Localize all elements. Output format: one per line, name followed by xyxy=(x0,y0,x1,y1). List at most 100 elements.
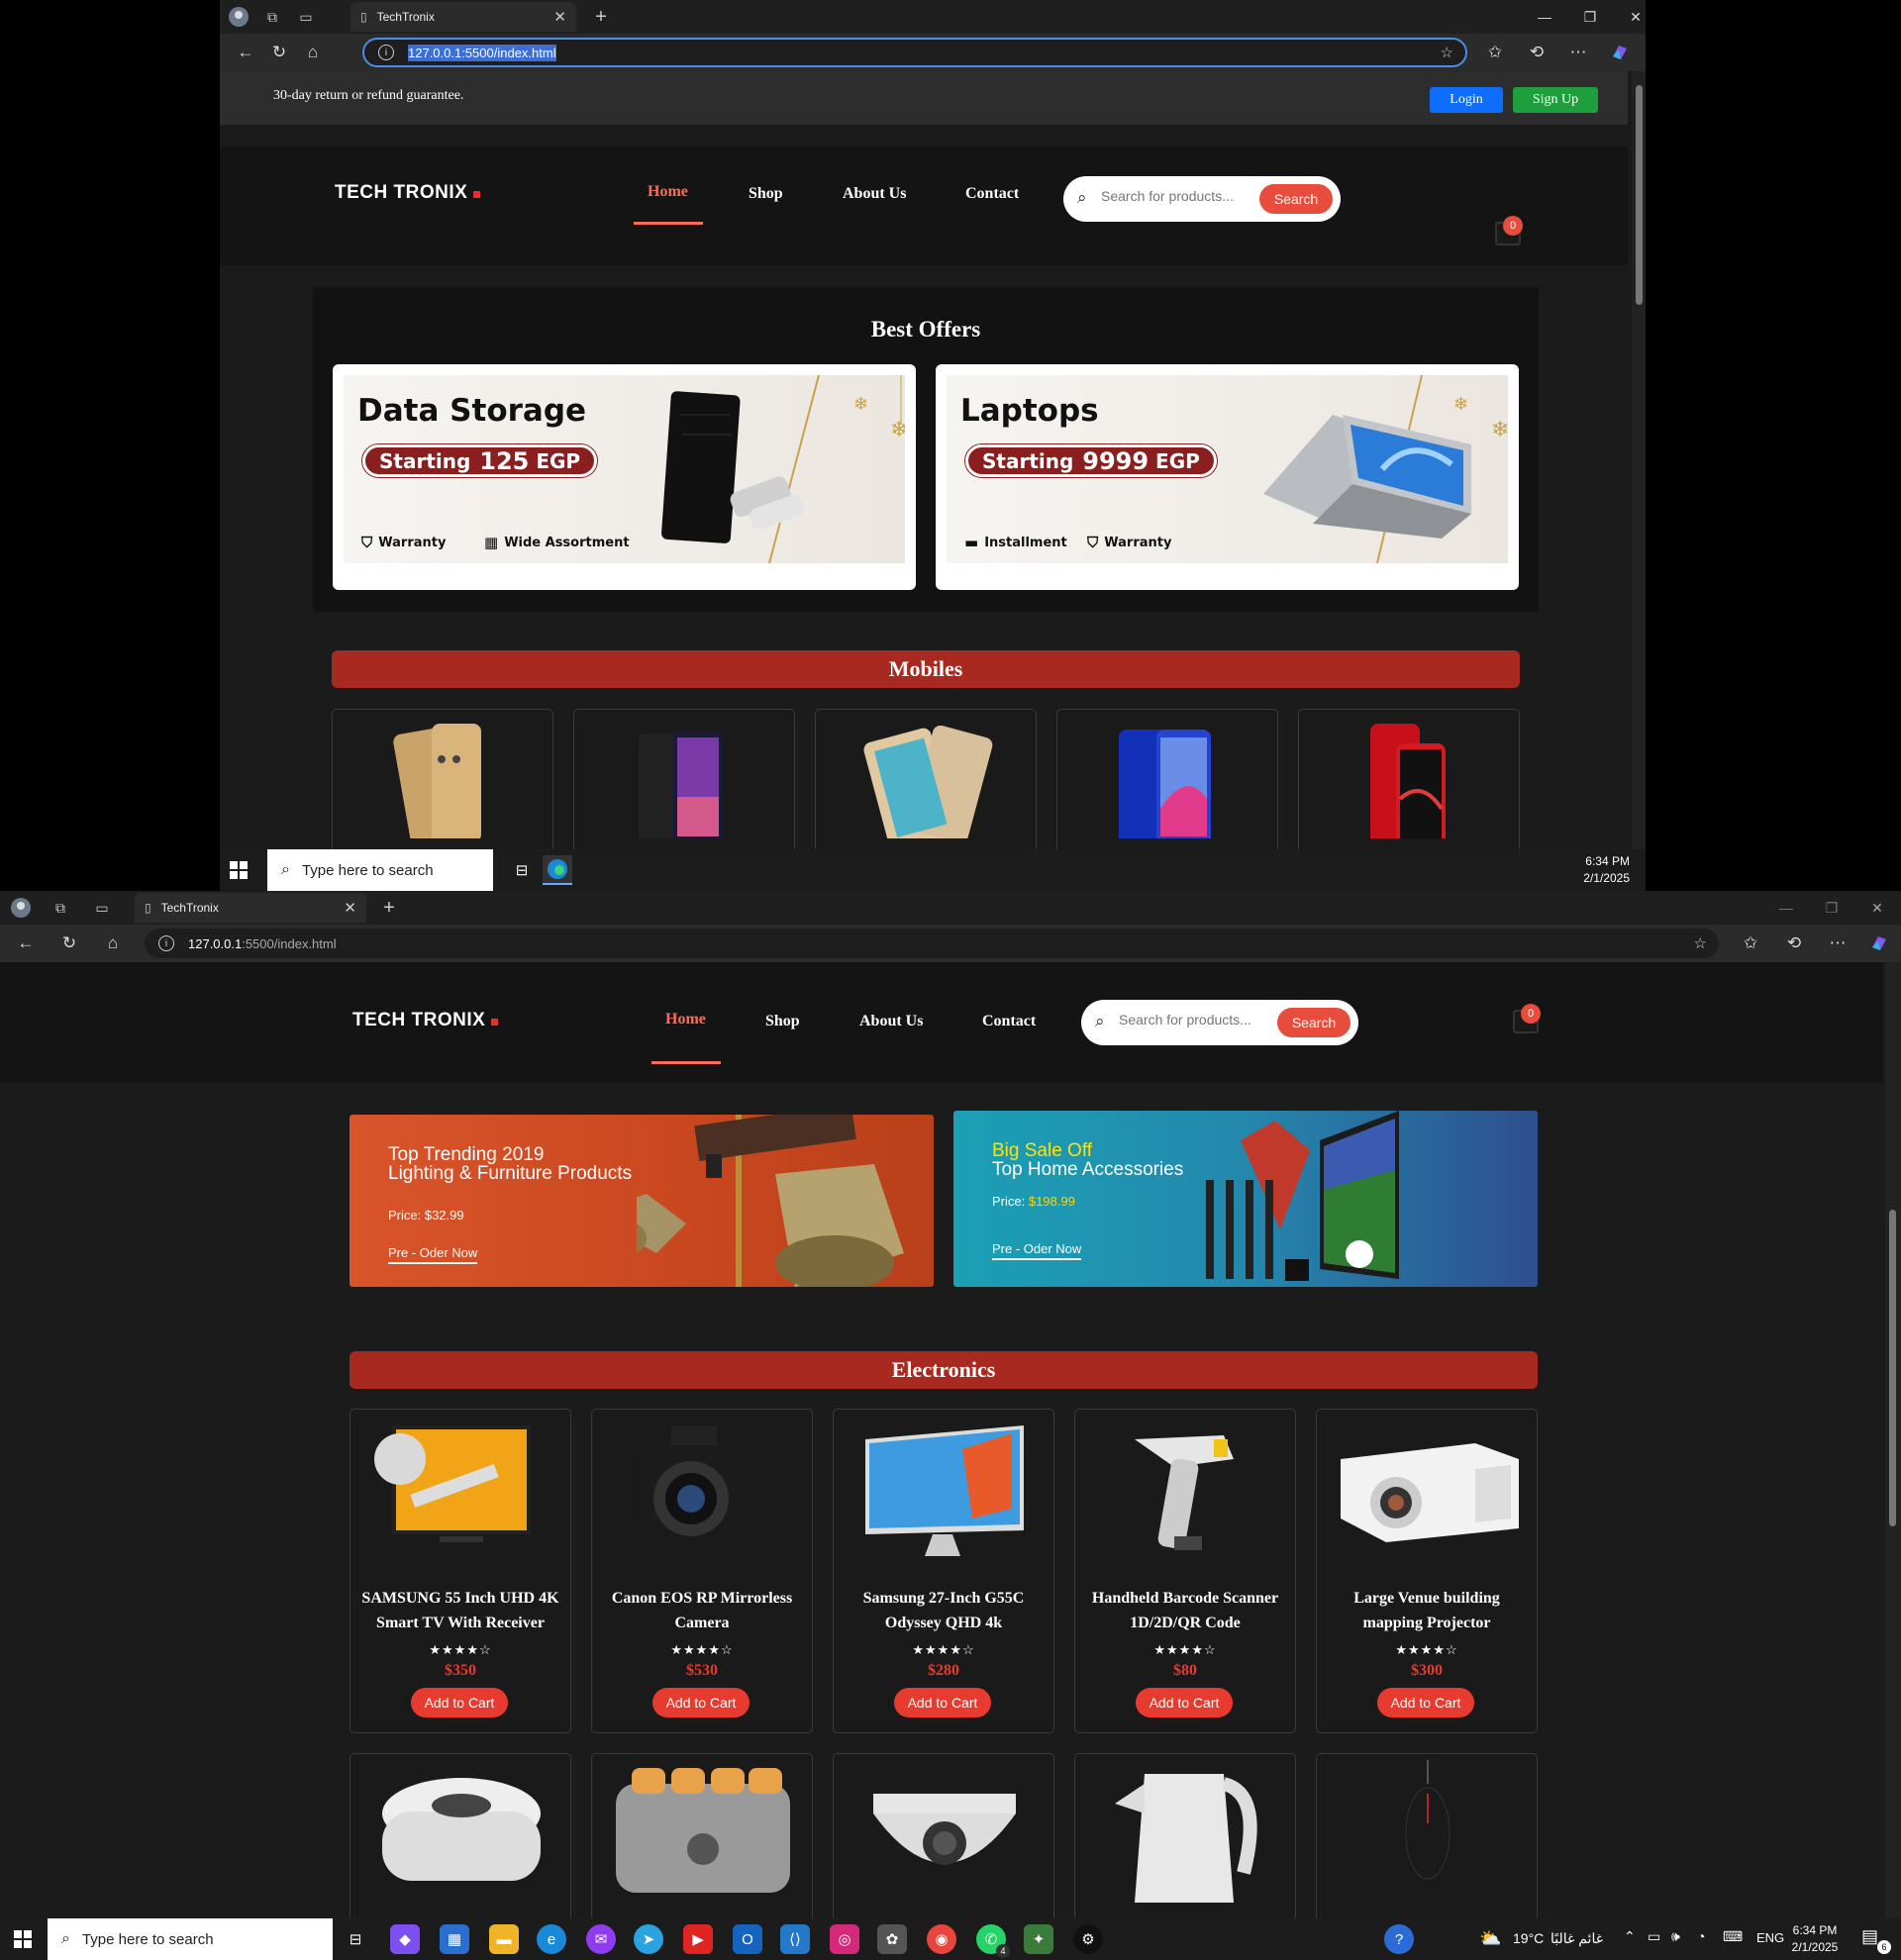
edge-icon[interactable] xyxy=(543,855,572,885)
task-view-icon[interactable]: ⊟ xyxy=(507,855,537,885)
youtube-icon[interactable]: ▶ xyxy=(683,1924,713,1954)
signup-button[interactable]: Sign Up xyxy=(1513,87,1598,113)
back-icon[interactable]: ← xyxy=(14,932,38,954)
volume-icon[interactable]: 🕪 xyxy=(1671,1928,1680,1945)
home-icon[interactable]: ⌂ xyxy=(301,42,325,63)
product-card[interactable] xyxy=(833,1753,1054,1918)
browser-tab[interactable]: ▯ TechTronix ✕ xyxy=(350,2,576,32)
product-card[interactable] xyxy=(1316,1753,1538,1918)
close-tab-icon[interactable]: ✕ xyxy=(553,8,566,26)
nav-about[interactable]: About Us xyxy=(843,185,906,203)
new-tab-icon[interactable]: + xyxy=(378,897,400,919)
favorites-icon[interactable]: ✩ xyxy=(1739,932,1762,954)
vscode-icon[interactable]: ⟨⟩ xyxy=(780,1924,810,1954)
edge-icon[interactable]: e xyxy=(537,1924,566,1954)
preorder-link[interactable]: Pre - Oder Now xyxy=(388,1245,478,1264)
windows-start-icon[interactable] xyxy=(8,1924,38,1954)
keyboard-icon[interactable]: ⌨ xyxy=(1723,1928,1743,1945)
search-input[interactable] xyxy=(1119,1012,1267,1028)
workspaces-icon[interactable]: ⧉ xyxy=(50,897,71,919)
search-button[interactable]: Search xyxy=(1277,1008,1351,1037)
site-info-icon[interactable]: i xyxy=(158,935,174,951)
site-logo[interactable]: TECH TRONIX xyxy=(352,1010,499,1031)
product-card[interactable]: Samsung 27-Inch G55C Odyssey QHD 4k ★★★★… xyxy=(833,1409,1054,1733)
taskbar-clock[interactable]: 6:34 PM 2/1/2025 xyxy=(1790,1922,1840,1956)
nav-contact[interactable]: Contact xyxy=(965,185,1019,203)
task-view-icon[interactable]: ⊟ xyxy=(341,1924,370,1954)
minimize-icon[interactable]: — xyxy=(1768,895,1804,921)
close-window-icon[interactable]: ✕ xyxy=(1618,4,1646,30)
browser-tab[interactable]: ▯ TechTronix ✕ xyxy=(135,893,366,923)
nav-contact[interactable]: Contact xyxy=(982,1013,1036,1030)
add-to-cart-button[interactable]: Add to Cart xyxy=(1136,1688,1233,1717)
mobile-card[interactable] xyxy=(1298,709,1520,849)
nav-home[interactable]: Home xyxy=(665,1011,706,1029)
restore-icon[interactable]: ❐ xyxy=(1814,895,1850,921)
messenger-icon[interactable]: ✉ xyxy=(586,1924,616,1954)
file-explorer-icon[interactable]: ▬ xyxy=(489,1924,519,1954)
instagram-icon[interactable]: ◎ xyxy=(830,1924,859,1954)
add-to-cart-button[interactable]: Add to Cart xyxy=(652,1688,750,1717)
product-card[interactable]: Canon EOS RP Mirrorless Camera ★★★★☆ $53… xyxy=(591,1409,813,1733)
tab-actions-icon[interactable]: ▭ xyxy=(91,897,113,919)
nav-shop[interactable]: Shop xyxy=(749,185,783,203)
mobile-card[interactable] xyxy=(1056,709,1278,849)
network-icon[interactable]: ◔ xyxy=(1697,1928,1705,1944)
back-icon[interactable]: ← xyxy=(234,42,257,63)
chrome-icon[interactable]: ◉ xyxy=(927,1924,956,1954)
product-card[interactable] xyxy=(591,1753,813,1918)
site-logo[interactable]: TECH TRONIX xyxy=(335,182,481,204)
address-bar[interactable]: i 127.0.0.1:5500/index.html ☆ xyxy=(145,929,1719,958)
app-icon-green[interactable]: ✦ xyxy=(1024,1924,1053,1954)
mobile-card[interactable] xyxy=(332,709,553,849)
close-tab-icon[interactable]: ✕ xyxy=(344,899,356,917)
help-icon[interactable]: ? xyxy=(1384,1924,1414,1954)
search-input[interactable] xyxy=(1101,188,1250,204)
tray-chevron-icon[interactable]: ⌃ xyxy=(1624,1928,1636,1945)
taskbar-clock[interactable]: 6:34 PM 2/1/2025 xyxy=(1583,853,1630,887)
home-icon[interactable]: ⌂ xyxy=(101,932,125,954)
more-menu-icon[interactable]: ⋯ xyxy=(1566,42,1590,63)
copilot-app-icon[interactable]: ◆ xyxy=(390,1924,420,1954)
profile-avatar[interactable] xyxy=(10,897,32,919)
favorite-star-icon[interactable]: ☆ xyxy=(1441,44,1453,61)
preorder-link[interactable]: Pre - Oder Now xyxy=(992,1241,1082,1260)
refresh-icon[interactable]: ↻ xyxy=(267,42,291,63)
product-card[interactable] xyxy=(1074,1753,1296,1918)
scroll-thumb[interactable] xyxy=(1889,1210,1896,1526)
address-bar[interactable]: i 127.0.0.1:5500/index.html ☆ xyxy=(362,38,1467,67)
favorites-icon[interactable]: ✩ xyxy=(1483,42,1507,63)
new-tab-icon[interactable]: + xyxy=(590,6,612,28)
weather-icon[interactable]: ⛅ xyxy=(1479,1928,1501,1949)
outlook-icon[interactable]: O xyxy=(733,1924,762,1954)
promo-banner-lighting[interactable]: Top Trending 2019 Lighting & Furniture P… xyxy=(350,1115,934,1287)
profile-avatar[interactable] xyxy=(228,6,250,28)
restore-icon[interactable]: ❐ xyxy=(1572,4,1608,30)
offer-card-storage[interactable]: Data Storage Starting 125 EGP ⛉ Warranty … xyxy=(333,364,916,590)
favorite-star-icon[interactable]: ☆ xyxy=(1694,934,1707,952)
product-card[interactable]: SAMSUNG 55 Inch UHD 4K Smart TV With Rec… xyxy=(350,1409,571,1733)
product-card[interactable]: Large Venue building mapping Projector ★… xyxy=(1316,1409,1538,1733)
taskbar-search[interactable]: ⌕ Type here to search xyxy=(267,849,493,891)
refresh-icon[interactable]: ↻ xyxy=(57,932,81,954)
product-card[interactable] xyxy=(350,1753,571,1918)
nav-home[interactable]: Home xyxy=(648,183,688,201)
product-card[interactable]: Handheld Barcode Scanner 1D/2D/QR Code ★… xyxy=(1074,1409,1296,1733)
add-to-cart-button[interactable]: Add to Cart xyxy=(1377,1688,1474,1717)
nav-about[interactable]: About Us xyxy=(859,1013,923,1030)
add-to-cart-button[interactable]: Add to Cart xyxy=(894,1688,991,1717)
login-button[interactable]: Login xyxy=(1430,87,1503,113)
taskbar-search[interactable]: ⌕ Type here to search xyxy=(48,1918,333,1960)
promo-banner-accessories[interactable]: Big Sale Off Top Home Accessories Price:… xyxy=(953,1111,1538,1287)
close-window-icon[interactable]: ✕ xyxy=(1859,895,1895,921)
copilot-icon[interactable] xyxy=(1867,932,1891,954)
copilot-icon[interactable] xyxy=(1608,42,1632,63)
app-icon[interactable]: ✿ xyxy=(877,1924,907,1954)
telegram-icon[interactable]: ➤ xyxy=(634,1924,663,1954)
mobile-card[interactable] xyxy=(815,709,1037,849)
more-menu-icon[interactable]: ⋯ xyxy=(1826,932,1850,954)
notification-icon[interactable]: ▤ xyxy=(1861,1926,1878,1947)
tab-actions-icon[interactable]: ▭ xyxy=(295,6,317,28)
workspaces-icon[interactable]: ⧉ xyxy=(261,6,283,28)
store-icon[interactable]: ▦ xyxy=(440,1924,469,1954)
